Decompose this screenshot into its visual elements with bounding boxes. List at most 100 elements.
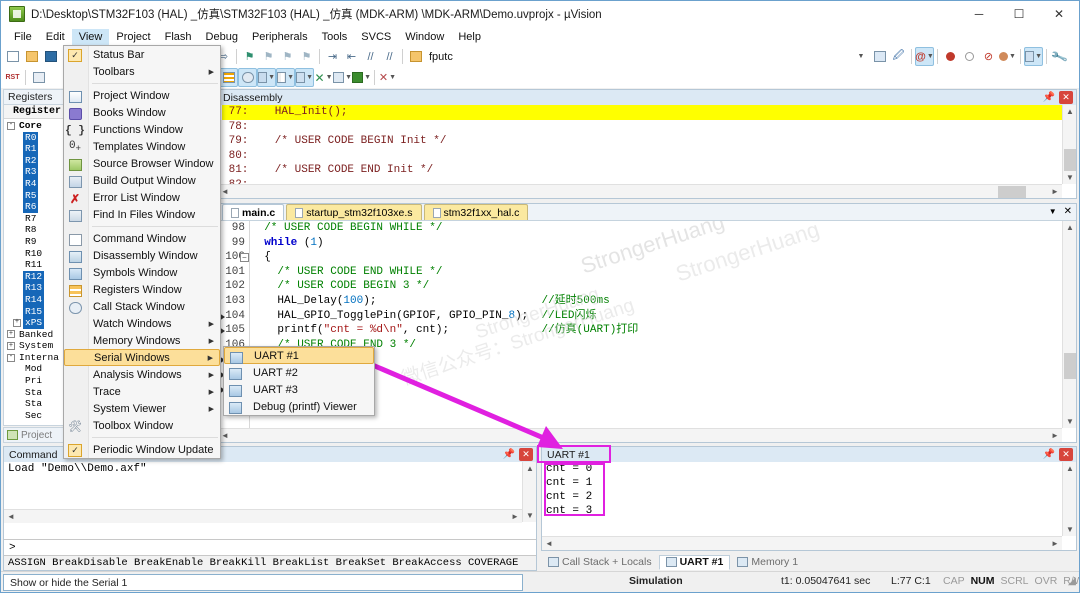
- scroll-down-arrow[interactable]: ▼: [523, 509, 537, 522]
- scroll-thumb[interactable]: [1064, 353, 1076, 379]
- view-menu-item-memory-windows[interactable]: Memory Windows▶: [64, 332, 220, 349]
- pin-icon[interactable]: 📌: [1043, 449, 1055, 460]
- reset-cpu-icon[interactable]: RST: [3, 68, 22, 87]
- register-row[interactable]: R4: [4, 178, 66, 190]
- register-row[interactable]: R11: [4, 259, 66, 271]
- editor-vscrollbar[interactable]: ▲ ▼: [1062, 221, 1076, 428]
- menubar-item-project[interactable]: Project: [109, 29, 157, 45]
- view-menu-item-call-stack-window[interactable]: Call Stack Window: [64, 298, 220, 315]
- menubar-item-debug[interactable]: Debug: [199, 29, 245, 45]
- menubar-item-flash[interactable]: Flash: [158, 29, 199, 45]
- view-menu-item-project-window[interactable]: Project Window: [64, 87, 220, 104]
- indent-icon[interactable]: ⇥: [323, 47, 342, 66]
- start-debug-icon[interactable]: @▼: [915, 47, 934, 66]
- menubar-item-help[interactable]: Help: [451, 29, 488, 45]
- register-row[interactable]: R6: [4, 201, 66, 213]
- view-menu-item-command-window[interactable]: Command Window: [64, 230, 220, 247]
- editor-tab[interactable]: main.c: [222, 204, 284, 220]
- bookmark-clear-icon[interactable]: ⚑: [297, 47, 316, 66]
- view-menu-item-templates-window[interactable]: 0+Templates Window: [64, 138, 220, 155]
- menubar-item-tools[interactable]: Tools: [315, 29, 355, 45]
- disassembly-hscrollbar[interactable]: ◄ ►: [218, 184, 1062, 198]
- register-row[interactable]: Sta: [4, 387, 66, 399]
- toolbox-icon[interactable]: ✕▼: [378, 68, 397, 87]
- registers-window-toggle-icon[interactable]: [219, 68, 238, 87]
- view-menu-item-functions-window[interactable]: { }Functions Window: [64, 121, 220, 138]
- scroll-down-arrow[interactable]: ▼: [1063, 523, 1077, 536]
- menubar-item-edit[interactable]: Edit: [39, 29, 72, 45]
- scroll-up-arrow[interactable]: ▲: [1063, 462, 1077, 475]
- uart-hscrollbar[interactable]: ◄ ►: [542, 536, 1062, 550]
- minimize-button[interactable]: ─: [959, 1, 999, 27]
- scroll-left-arrow[interactable]: ◄: [4, 510, 18, 523]
- view-menu-item-analysis-windows[interactable]: Analysis Windows▶: [64, 366, 220, 383]
- registers-panel-tab[interactable]: Registers: [3, 89, 67, 104]
- manage-components-icon[interactable]: ▼: [1024, 47, 1043, 66]
- register-row[interactable]: R0: [4, 132, 66, 144]
- register-row[interactable]: +Banked: [4, 329, 66, 341]
- register-row[interactable]: R9: [4, 236, 66, 248]
- scroll-up-arrow[interactable]: ▲: [1063, 105, 1077, 118]
- menubar-item-view[interactable]: View: [72, 29, 110, 45]
- run-to-line-icon[interactable]: [29, 68, 48, 87]
- register-row[interactable]: +System: [4, 340, 66, 352]
- view-menu-item-trace[interactable]: Trace▶: [64, 383, 220, 400]
- tab-list-chevron-down-icon[interactable]: ▼: [1049, 207, 1057, 216]
- register-row[interactable]: R8: [4, 224, 66, 236]
- new-file-icon[interactable]: [3, 47, 22, 66]
- serial-submenu-item-uart-3[interactable]: UART #3: [224, 381, 374, 398]
- scroll-down-arrow[interactable]: ▼: [1063, 171, 1077, 184]
- view-menu-item-disassembly-window[interactable]: Disassembly Window: [64, 247, 220, 264]
- view-menu-item-toolbars[interactable]: Toolbars▶: [64, 63, 220, 80]
- tree-expander-icon[interactable]: +: [7, 342, 15, 350]
- disassembly-vscrollbar[interactable]: ▲ ▼: [1062, 105, 1076, 184]
- register-row[interactable]: R15: [4, 306, 66, 318]
- view-menu-item-periodic-window-update[interactable]: ✓Periodic Window Update: [64, 441, 220, 458]
- analysis-windows-icon[interactable]: ▼: [333, 68, 352, 87]
- tree-expander-icon[interactable]: -: [7, 354, 15, 362]
- trace-windows-icon[interactable]: ▼: [352, 68, 371, 87]
- close-icon[interactable]: ✕: [519, 448, 533, 461]
- view-menu-item-system-viewer[interactable]: System Viewer▶: [64, 400, 220, 417]
- view-menu-item-serial-windows[interactable]: Serial Windows▶: [64, 349, 220, 366]
- save-icon[interactable]: [41, 47, 60, 66]
- scroll-thumb[interactable]: [998, 186, 1026, 198]
- bottom-tab[interactable]: Call Stack + Locals: [541, 555, 659, 570]
- serial-submenu-item-uart-2[interactable]: UART #2: [224, 364, 374, 381]
- bookmark-toggle-icon[interactable]: ⚑: [240, 47, 259, 66]
- menubar-item-file[interactable]: File: [7, 29, 39, 45]
- disable-all-breakpoints-icon[interactable]: ▼: [998, 47, 1017, 66]
- close-icon[interactable]: ✕: [1059, 448, 1073, 461]
- register-row[interactable]: R10: [4, 248, 66, 260]
- bottom-tab[interactable]: Memory 1: [730, 555, 805, 570]
- outdent-icon[interactable]: ⇤: [342, 47, 361, 66]
- view-menu-item-build-output-window[interactable]: Build Output Window: [64, 172, 220, 189]
- register-row[interactable]: R14: [4, 294, 66, 306]
- call-stack-window-toggle-icon[interactable]: [238, 68, 257, 87]
- pin-icon[interactable]: 📌: [503, 449, 515, 460]
- memory-windows-icon[interactable]: ▼: [295, 68, 314, 87]
- watch-windows-icon[interactable]: ▼: [276, 68, 295, 87]
- view-menu-item-status-bar[interactable]: ✓Status Bar: [64, 46, 220, 63]
- scroll-right-arrow[interactable]: ►: [508, 510, 522, 523]
- scroll-thumb[interactable]: [1064, 149, 1076, 171]
- close-icon[interactable]: ✕: [1064, 206, 1072, 217]
- command-hscrollbar[interactable]: ◄ ►: [4, 509, 522, 523]
- uart-vscrollbar[interactable]: ▲ ▼: [1062, 462, 1076, 536]
- scroll-up-arrow[interactable]: ▲: [1063, 221, 1077, 234]
- register-row[interactable]: R3: [4, 166, 66, 178]
- scroll-right-arrow[interactable]: ►: [1048, 185, 1062, 198]
- serial-submenu-item-uart-1[interactable]: UART #1: [224, 347, 374, 364]
- tree-expander-icon[interactable]: +: [13, 319, 21, 327]
- view-menu-item-registers-window[interactable]: Registers Window: [64, 281, 220, 298]
- uart-output[interactable]: cnt = 0cnt = 1cnt = 2cnt = 3: [542, 462, 1062, 536]
- editor-tab[interactable]: stm32f1xx_hal.c: [424, 204, 529, 220]
- register-row[interactable]: R2: [4, 155, 66, 167]
- tree-expander-icon[interactable]: -: [7, 122, 15, 130]
- register-row[interactable]: -Core: [4, 120, 66, 132]
- disable-breakpoint-icon[interactable]: [960, 47, 979, 66]
- menubar-item-peripherals[interactable]: Peripherals: [245, 29, 315, 45]
- bookmark-prev-icon[interactable]: ⚑: [259, 47, 278, 66]
- scroll-right-arrow[interactable]: ►: [1048, 537, 1062, 550]
- bottom-tab[interactable]: UART #1: [659, 555, 731, 570]
